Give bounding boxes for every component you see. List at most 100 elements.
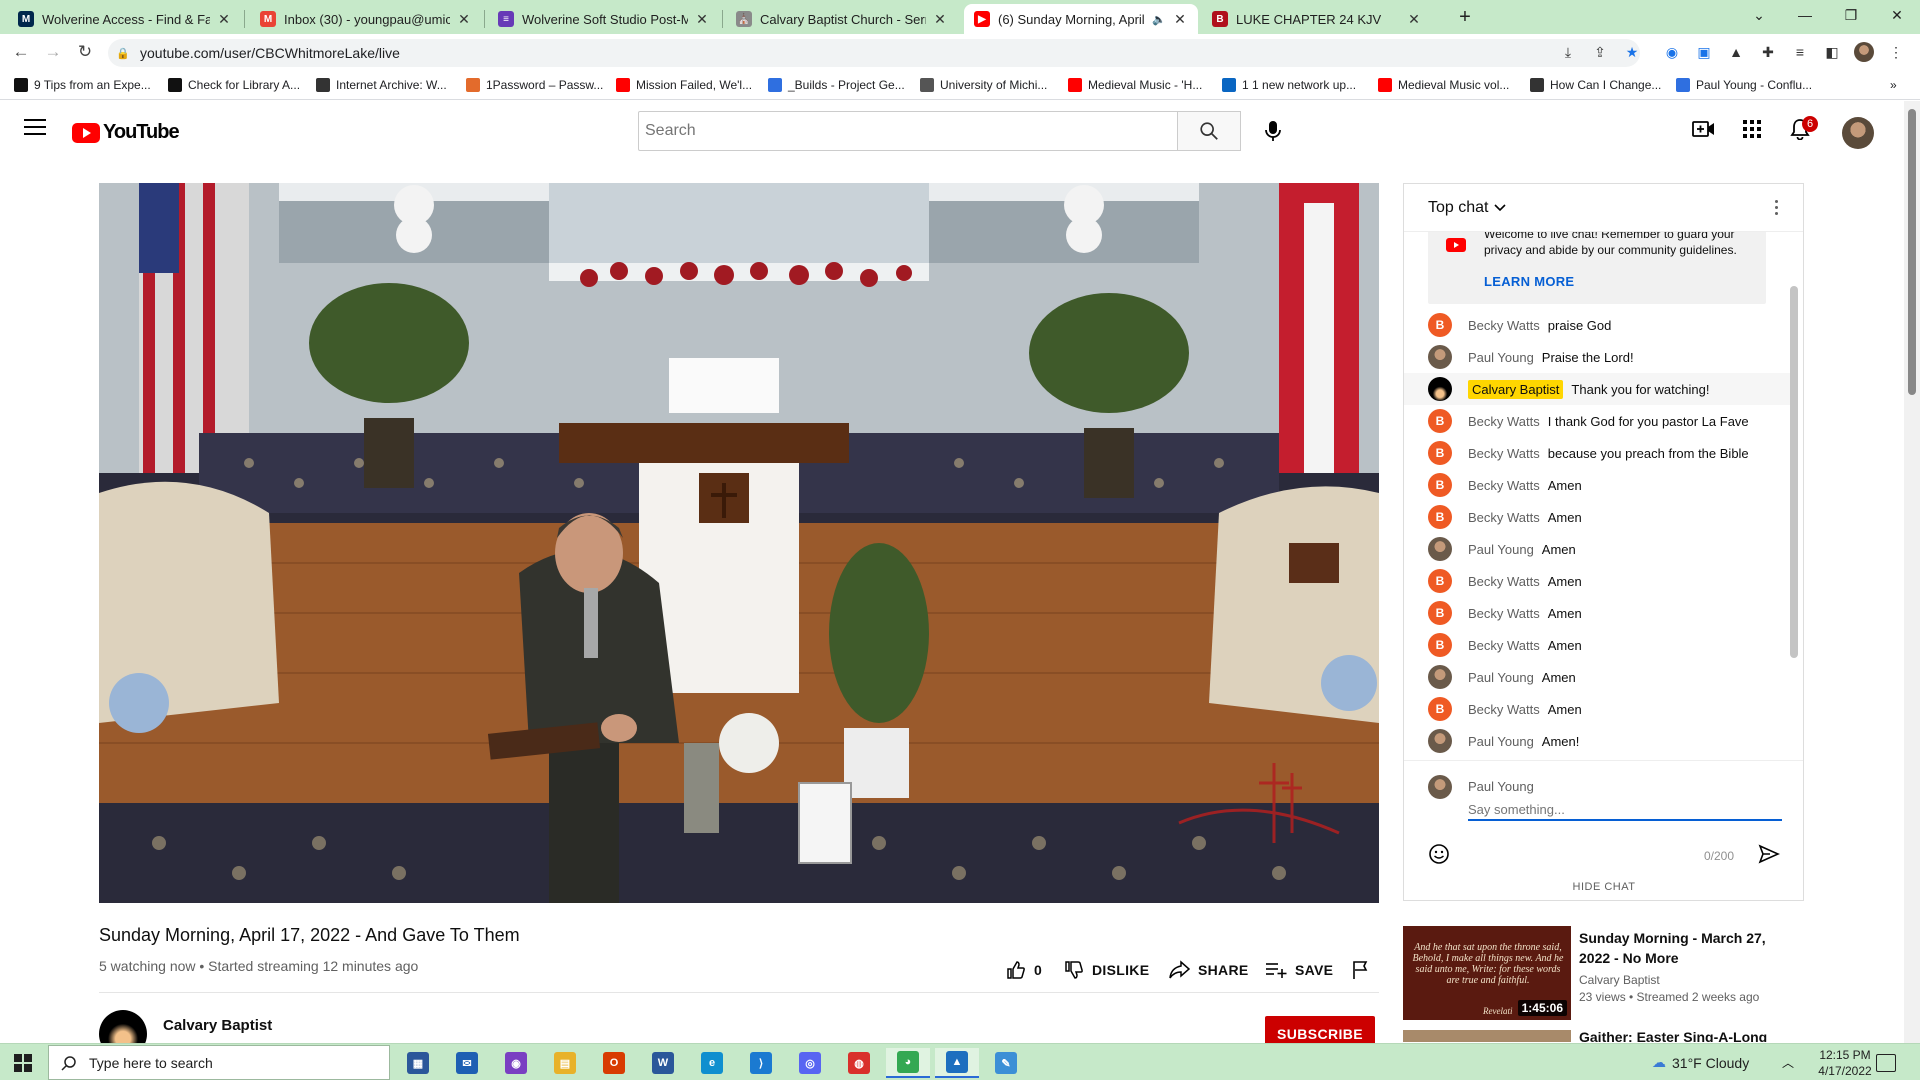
- tab-search-icon[interactable]: ⌄: [1736, 0, 1782, 30]
- forward-icon[interactable]: →: [40, 40, 66, 64]
- chat-message-input[interactable]: [1468, 799, 1782, 821]
- lock-icon[interactable]: 🔒: [116, 47, 130, 60]
- lifesaver-app[interactable]: ◍: [837, 1048, 881, 1078]
- account-avatar[interactable]: [1842, 117, 1874, 149]
- like-button[interactable]: 0: [1006, 958, 1042, 982]
- channel-name[interactable]: Calvary Baptist: [163, 1017, 272, 1034]
- chat-author-name[interactable]: Becky Watts: [1468, 638, 1540, 653]
- chat-author-name[interactable]: Becky Watts: [1468, 574, 1540, 589]
- mail-app[interactable]: ✉: [445, 1048, 489, 1078]
- chat-author-avatar[interactable]: [1428, 665, 1452, 689]
- send-message-icon[interactable]: [1758, 843, 1782, 867]
- browser-tab[interactable]: ⛪ Calvary Baptist Church - Sermons ✕: [726, 4, 958, 34]
- chat-author-name[interactable]: Becky Watts: [1468, 510, 1540, 525]
- chat-author-name[interactable]: Paul Young: [1468, 350, 1534, 365]
- emoji-picker-icon[interactable]: [1428, 843, 1452, 867]
- system-clock[interactable]: 12:15 PM 4/17/2022: [1810, 1047, 1880, 1079]
- tab-close-icon[interactable]: ✕: [456, 11, 472, 28]
- tab-close-icon[interactable]: ✕: [694, 11, 710, 28]
- voice-search-button[interactable]: [1253, 111, 1293, 151]
- chat-author-avatar[interactable]: B: [1428, 697, 1452, 721]
- bookmarks-overflow-icon[interactable]: »: [1890, 76, 1897, 94]
- chat-message[interactable]: Paul Young Amen: [1404, 533, 1794, 565]
- chat-author-name[interactable]: Paul Young: [1468, 542, 1534, 557]
- bookmark-item[interactable]: How Can I Change...: [1530, 76, 1661, 94]
- recommended-channel[interactable]: Calvary Baptist: [1579, 973, 1660, 987]
- profile-icon[interactable]: [1854, 42, 1874, 62]
- taskbar-search-box[interactable]: Type here to search: [48, 1045, 390, 1080]
- chat-message[interactable]: B Becky Watts because you preach from the …: [1404, 437, 1794, 469]
- chat-scrollbar[interactable]: [1790, 286, 1798, 658]
- tab-close-icon[interactable]: ✕: [932, 11, 948, 28]
- restore-icon[interactable]: ❐: [1828, 0, 1874, 30]
- bookmark-item[interactable]: Check for Library A...: [168, 76, 300, 94]
- office-app[interactable]: O: [592, 1048, 636, 1078]
- chat-author-avatar[interactable]: B: [1428, 505, 1452, 529]
- chat-author-name[interactable]: Becky Watts: [1468, 414, 1540, 429]
- share-button[interactable]: SHARE: [1168, 958, 1249, 982]
- file-explorer-app[interactable]: ▤: [543, 1048, 587, 1078]
- chat-message[interactable]: Paul Young Amen!: [1404, 725, 1794, 757]
- word-app[interactable]: W: [641, 1048, 685, 1078]
- page-scrollbar[interactable]: [1904, 101, 1920, 1043]
- search-button[interactable]: [1177, 111, 1241, 151]
- report-flag-button[interactable]: [1352, 958, 1378, 982]
- side-panel-icon[interactable]: ◧: [1822, 42, 1842, 62]
- learn-more-link[interactable]: LEARN MORE: [1484, 274, 1574, 289]
- chat-message[interactable]: Paul Young Amen: [1404, 661, 1794, 693]
- chat-author-avatar[interactable]: [1428, 345, 1452, 369]
- bookmark-item[interactable]: _Builds - Project Ge...: [768, 76, 905, 94]
- chat-author-name[interactable]: Becky Watts: [1468, 446, 1540, 461]
- chat-author-name[interactable]: Becky Watts: [1468, 478, 1540, 493]
- weather-widget[interactable]: ☁ 31°F Cloudy: [1652, 1054, 1749, 1071]
- recommended-video[interactable]: And he that sat upon the throne said, Be…: [1403, 926, 1804, 1022]
- minimize-icon[interactable]: —: [1782, 0, 1828, 30]
- chat-author-owner-badge[interactable]: Calvary Baptist: [1468, 379, 1564, 399]
- chat-author-name[interactable]: Paul Young: [1468, 734, 1534, 749]
- podcast-app[interactable]: ◉: [494, 1048, 538, 1078]
- tab-close-icon[interactable]: ✕: [216, 11, 232, 28]
- browser-tab[interactable]: M Wolverine Access - Find & Favorit ✕: [8, 4, 242, 34]
- chat-author-avatar[interactable]: B: [1428, 313, 1452, 337]
- edge-app[interactable]: e: [690, 1048, 734, 1078]
- chat-author-avatar[interactable]: [1428, 537, 1452, 561]
- chat-author-name[interactable]: Becky Watts: [1468, 702, 1540, 717]
- bookmark-item[interactable]: Medieval Music vol...: [1378, 76, 1509, 94]
- chat-author-name[interactable]: Becky Watts: [1468, 318, 1540, 333]
- chat-message[interactable]: B Becky Watts Amen: [1404, 565, 1794, 597]
- chat-message[interactable]: B Becky Watts Amen: [1404, 501, 1794, 533]
- chat-author-avatar[interactable]: [1428, 377, 1452, 401]
- video-thumbnail[interactable]: And he that sat upon the throne said, Be…: [1403, 926, 1571, 1020]
- tab-close-icon[interactable]: ✕: [1406, 11, 1422, 28]
- recommended-title[interactable]: Gaither: Easter Sing-A-Long: [1579, 1030, 1767, 1042]
- chat-author-avatar[interactable]: B: [1428, 409, 1452, 433]
- bookmark-item[interactable]: Mission Failed, We'l...: [616, 76, 752, 94]
- chat-message[interactable]: B Becky Watts I thank God for you pastor L…: [1404, 405, 1794, 437]
- vscode-app[interactable]: ⟩: [739, 1048, 783, 1078]
- bookmark-star-icon[interactable]: ★: [1622, 42, 1642, 62]
- browser-menu-icon[interactable]: ⋮: [1886, 42, 1906, 62]
- browser-tab[interactable]: B LUKE CHAPTER 24 KJV ✕: [1202, 4, 1432, 34]
- chat-more-options-icon[interactable]: [1775, 200, 1779, 216]
- windows-start-icon[interactable]: [14, 1054, 32, 1072]
- share-icon[interactable]: ⇪: [1590, 42, 1610, 62]
- bookmark-item[interactable]: University of Michi...: [920, 76, 1047, 94]
- chat-author-name[interactable]: Paul Young: [1468, 670, 1534, 685]
- chat-author-avatar[interactable]: B: [1428, 633, 1452, 657]
- chat-author-avatar[interactable]: B: [1428, 473, 1452, 497]
- chat-message[interactable]: B Becky Watts Amen: [1404, 693, 1794, 725]
- back-icon[interactable]: ←: [8, 40, 34, 64]
- apps-grid-icon[interactable]: [1738, 115, 1766, 143]
- calculator-app[interactable]: ▦: [396, 1048, 440, 1078]
- chat-author-avatar[interactable]: B: [1428, 441, 1452, 465]
- new-tab-icon[interactable]: +: [1442, 2, 1488, 32]
- extension-screen-icon[interactable]: ▣: [1694, 42, 1714, 62]
- tab-audio-icon[interactable]: 🔈: [1152, 13, 1166, 26]
- chat-message[interactable]: B Becky Watts Amen: [1404, 597, 1794, 629]
- chat-author-avatar[interactable]: B: [1428, 601, 1452, 625]
- bookmark-item[interactable]: 1 1 new network up...: [1222, 76, 1356, 94]
- create-video-icon[interactable]: [1690, 115, 1718, 143]
- bookmark-item[interactable]: Paul Young - Conflu...: [1676, 76, 1812, 94]
- bookmark-item[interactable]: 9 Tips from an Expe...: [14, 76, 151, 94]
- chat-message[interactable]: B Becky Watts Amen: [1404, 629, 1794, 661]
